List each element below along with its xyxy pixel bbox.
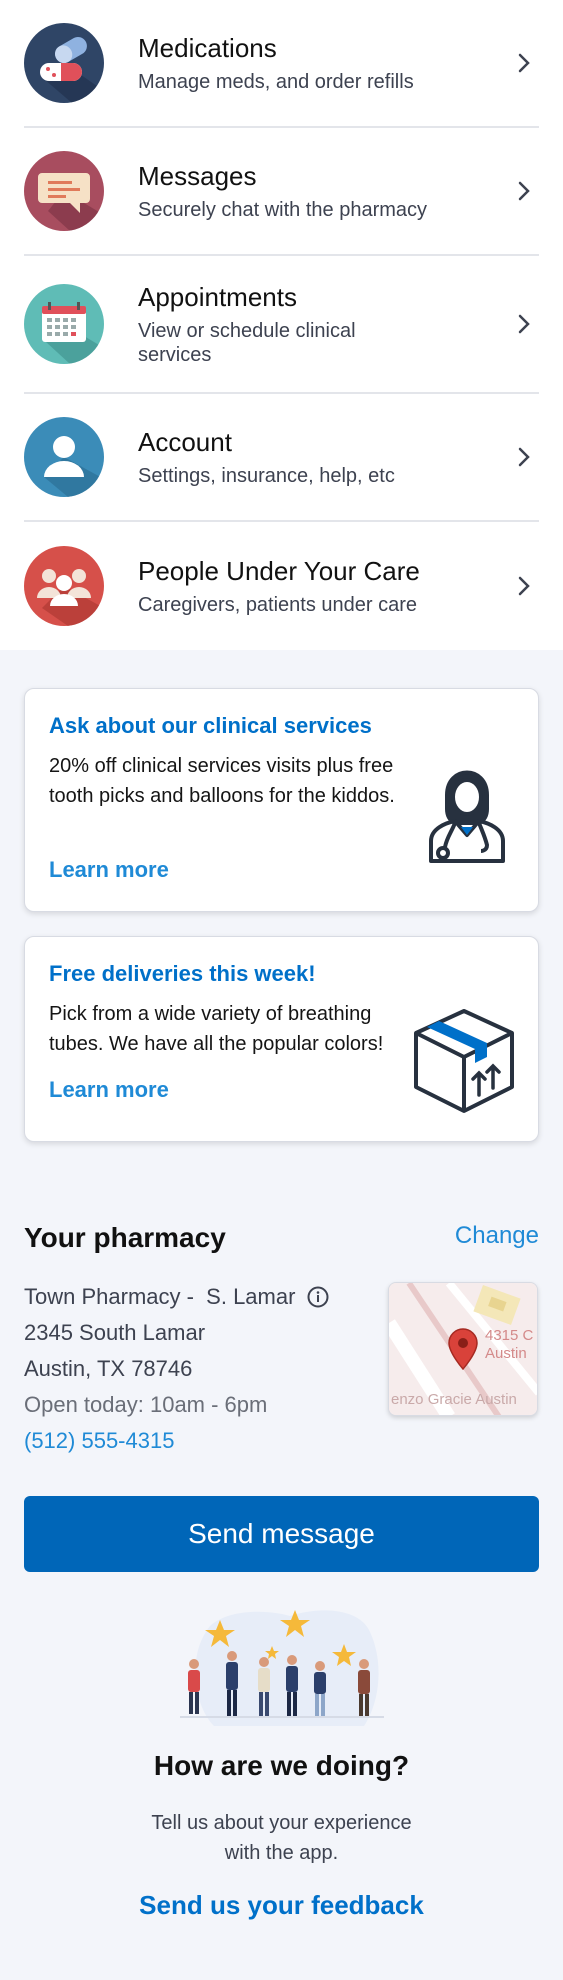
calendar-icon	[24, 284, 104, 364]
menu-item-account[interactable]: Account Settings, insurance, help, etc	[24, 394, 539, 522]
pharmacy-name: Town Pharmacy - S. Lamar	[24, 1284, 296, 1309]
menu-item-title: Medications	[138, 33, 277, 63]
feedback-body-line: with the app.	[224, 1842, 339, 1864]
pharmacy-heading: Your pharmacy	[24, 1222, 226, 1253]
menu-item-title: Messages	[138, 161, 257, 191]
map-pin-icon	[447, 1327, 479, 1376]
chevron-right-icon	[509, 52, 539, 74]
chevron-right-icon	[509, 180, 539, 202]
promo-body: Pick from a wide variety of breathing tu…	[49, 1003, 384, 1055]
celebrating-team-illustration	[180, 1606, 384, 1735]
send-feedback-link[interactable]: Send us your feedback	[0, 1890, 563, 1921]
learn-more-link[interactable]: Learn more	[49, 1077, 169, 1103]
feedback-heading: How are we doing?	[153, 1750, 410, 1781]
menu-item-title: Account	[138, 427, 232, 457]
promo-title: Free deliveries this week!	[49, 961, 316, 986]
promo-body: 20% off clinical services visits plus fr…	[49, 755, 395, 807]
menu-item-title: Appointments	[138, 282, 297, 312]
info-icon[interactable]	[307, 1286, 329, 1308]
chevron-right-icon	[509, 446, 539, 468]
menu-item-subtitle: Settings, insurance, help, etc	[138, 465, 395, 487]
menu-item-subtitle: Securely chat with the pharmacy	[138, 199, 428, 221]
send-message-button[interactable]: Send message	[24, 1496, 539, 1572]
promo-card-clinical: Ask about our clinical services 20% off …	[24, 688, 539, 912]
menu-item-people-under-care[interactable]: People Under Your Care Caregivers, patie…	[24, 522, 539, 650]
pharmacy-name-row: Town Pharmacy - S. Lamar	[24, 1284, 329, 1310]
menu-list: Medications Manage meds, and order refil…	[0, 0, 563, 650]
chat-bubble-icon	[24, 151, 104, 231]
menu-item-subtitle: View or schedule clinical services	[138, 320, 356, 366]
user-icon	[24, 417, 104, 497]
menu-item-subtitle: Manage meds, and order refills	[138, 71, 414, 93]
promo-title: Ask about our clinical services	[49, 713, 372, 738]
menu-item-messages[interactable]: Messages Securely chat with the pharmacy	[24, 128, 539, 256]
pharmacy-address-line2: Austin, TX 78746	[24, 1356, 193, 1381]
learn-more-link[interactable]: Learn more	[49, 857, 169, 883]
pills-icon	[24, 23, 104, 103]
feedback-body-line: Tell us about your experience	[151, 1812, 412, 1834]
package-icon	[411, 1007, 517, 1120]
change-pharmacy-link[interactable]: Change	[455, 1222, 539, 1250]
menu-item-medications[interactable]: Medications Manage meds, and order refil…	[24, 0, 539, 128]
pharmacy-phone-link[interactable]: (512) 555-4315	[24, 1428, 174, 1454]
pharmacy-map[interactable]: 4315 C Austin enzo Gracie Austin	[388, 1282, 538, 1416]
menu-item-appointments[interactable]: Appointments View or schedule clinical s…	[24, 256, 539, 394]
pharmacy-hours: Open today: 10am - 6pm	[24, 1392, 268, 1417]
chevron-right-icon	[509, 575, 539, 597]
menu-item-subtitle: Caregivers, patients under care	[138, 594, 418, 616]
map-label: 4315 C	[485, 1327, 534, 1344]
chevron-right-icon	[509, 313, 539, 335]
menu-item-title: People Under Your Care	[138, 556, 420, 586]
map-label: enzo Gracie Austin	[391, 1391, 517, 1408]
promo-card-deliveries: Free deliveries this week! Pick from a w…	[24, 936, 539, 1142]
map-label: Austin	[485, 1345, 527, 1362]
pharmacy-address-line1: 2345 South Lamar	[24, 1320, 206, 1345]
feedback-body: Tell us about your experience with the a…	[0, 1808, 563, 1868]
people-icon	[24, 546, 104, 626]
doctor-icon	[425, 753, 509, 870]
